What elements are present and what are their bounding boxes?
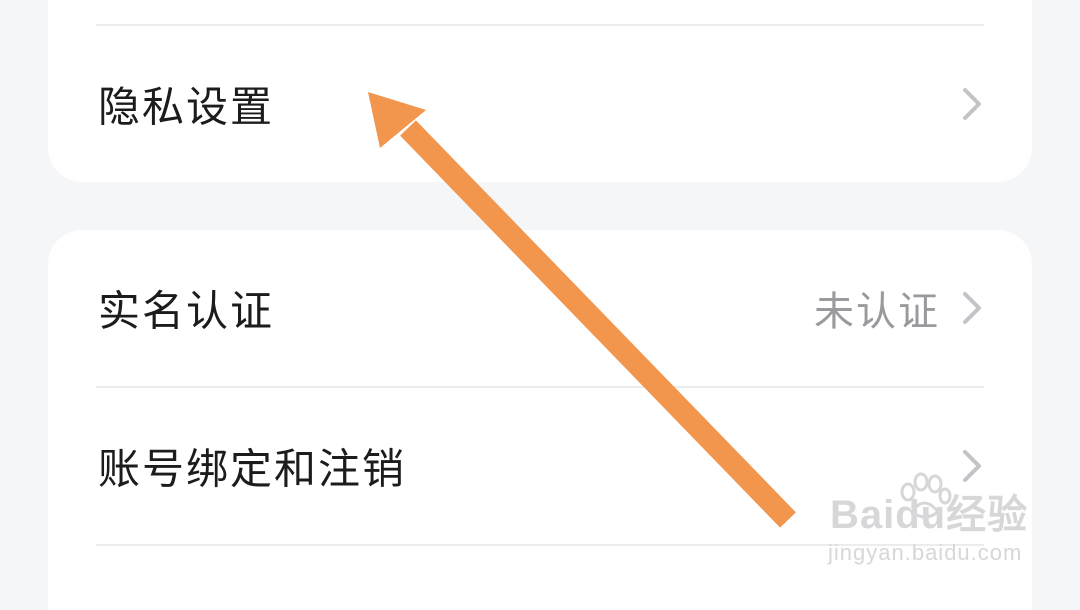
verification-status: 未认证 xyxy=(814,289,940,335)
watermark-site: jingyan.baidu.com xyxy=(828,540,1023,565)
real-name-verification-label: 实名认证 xyxy=(98,286,275,336)
baidu-jingyan-watermark: Baidu经验 jingyan.baidu.com xyxy=(826,472,1029,576)
privacy-settings-label: 隐私设置 xyxy=(98,82,275,132)
real-name-verification-row[interactable]: 实名认证 未认证 xyxy=(48,230,1032,386)
chevron-right-icon xyxy=(963,88,981,120)
watermark-logo: Baidu经验 xyxy=(830,493,1029,537)
account-binding-label: 账号绑定和注销 xyxy=(98,444,407,494)
privacy-settings-row[interactable]: 隐私设置 xyxy=(48,26,1032,182)
chevron-right-icon xyxy=(963,292,981,324)
settings-card-privacy: 隐私设置 xyxy=(48,0,1032,182)
